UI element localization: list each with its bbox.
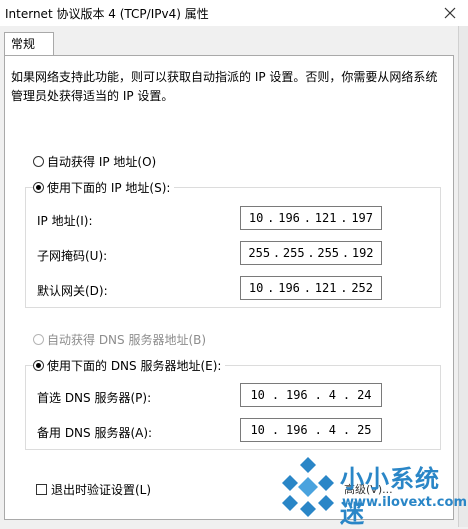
close-button[interactable] bbox=[438, 2, 462, 24]
window-title: Internet 协议版本 4 (TCP/IPv4) 属性 bbox=[5, 7, 209, 21]
watermark-url: www.ilovext.com bbox=[342, 495, 467, 510]
octet: 196 bbox=[278, 281, 300, 295]
octet: 252 bbox=[351, 281, 373, 295]
manual-ip-label: 使用下面的 IP 地址(S): bbox=[47, 181, 171, 195]
alternate-dns-input[interactable]: 10. 196. 4. 25 bbox=[240, 418, 382, 442]
preferred-dns-label: 首选 DNS 服务器(P): bbox=[37, 391, 152, 405]
general-panel: 如果网络支持此功能，则可以获取自动指派的 IP 设置。否则，你需要从网络系统管理… bbox=[4, 55, 454, 520]
octet: 255 bbox=[248, 246, 271, 260]
octet: 196 bbox=[285, 423, 308, 437]
title-bar: Internet 协议版本 4 (TCP/IPv4) 属性 bbox=[0, 0, 468, 26]
auto-ip-label: 自动获得 IP 地址(O) bbox=[47, 155, 157, 169]
manual-ip-option[interactable]: 使用下面的 IP 地址(S): bbox=[33, 179, 175, 196]
auto-ip-option[interactable]: 自动获得 IP 地址(O) bbox=[33, 153, 156, 170]
validate-on-exit-label: 退出时验证设置(L) bbox=[51, 483, 152, 497]
octet: 121 bbox=[314, 281, 337, 295]
octet: 4 bbox=[328, 388, 336, 402]
auto-dns-label: 自动获得 DNS 服务器地址(B) bbox=[47, 333, 207, 347]
manual-dns-label: 使用下面的 DNS 服务器地址(E): bbox=[47, 359, 222, 373]
octet: 10 bbox=[250, 388, 265, 402]
manual-dns-radio[interactable] bbox=[33, 360, 44, 371]
octet: 197 bbox=[351, 211, 373, 225]
octet: 255 bbox=[282, 246, 305, 260]
manual-dns-option[interactable]: 使用下面的 DNS 服务器地址(E): bbox=[33, 357, 226, 374]
octet: 196 bbox=[285, 388, 308, 402]
alternate-dns-label: 备用 DNS 服务器(A): bbox=[37, 426, 153, 440]
octet: 4 bbox=[328, 423, 336, 437]
validate-on-exit-checkbox[interactable] bbox=[36, 484, 47, 495]
subnet-mask-label: 子网掩码(U): bbox=[37, 249, 108, 263]
auto-dns-radio bbox=[33, 334, 44, 345]
watermark: 小小系统迷 www.ilovext.com bbox=[272, 455, 467, 528]
manual-ip-radio[interactable] bbox=[33, 182, 44, 193]
default-gateway-input[interactable]: 10. 196. 121. 252 bbox=[240, 276, 382, 300]
tab-general[interactable]: 常规 bbox=[4, 32, 54, 56]
default-gateway-label: 默认网关(D): bbox=[37, 284, 108, 298]
octet: 255 bbox=[317, 246, 340, 260]
validate-on-exit-option[interactable]: 退出时验证设置(L) bbox=[36, 481, 151, 498]
auto-dns-option: 自动获得 DNS 服务器地址(B) bbox=[33, 331, 206, 348]
auto-ip-radio[interactable] bbox=[33, 156, 44, 167]
watermark-brand: 小小系统迷 bbox=[340, 465, 440, 528]
watermark-logo-icon bbox=[282, 457, 334, 517]
octet: 10 bbox=[248, 281, 264, 295]
preferred-dns-input[interactable]: 10. 196. 4. 24 bbox=[240, 383, 382, 407]
octet: 121 bbox=[314, 211, 337, 225]
octet: 25 bbox=[357, 423, 372, 437]
subnet-mask-input[interactable]: 255. 255. 255. 192 bbox=[240, 241, 382, 265]
octet: 24 bbox=[357, 388, 372, 402]
octet: 196 bbox=[278, 211, 300, 225]
close-icon bbox=[444, 7, 456, 19]
octet: 10 bbox=[248, 211, 264, 225]
octet: 192 bbox=[351, 246, 374, 260]
octet: 10 bbox=[250, 423, 265, 437]
description-text: 如果网络支持此功能，则可以获取自动指派的 IP 设置。否则，你需要从网络系统管理… bbox=[11, 70, 438, 103]
ip-address-label: IP 地址(I): bbox=[37, 214, 93, 228]
ip-address-input[interactable]: 10. 196. 121. 197 bbox=[240, 206, 382, 230]
background-window-strip bbox=[458, 26, 468, 527]
